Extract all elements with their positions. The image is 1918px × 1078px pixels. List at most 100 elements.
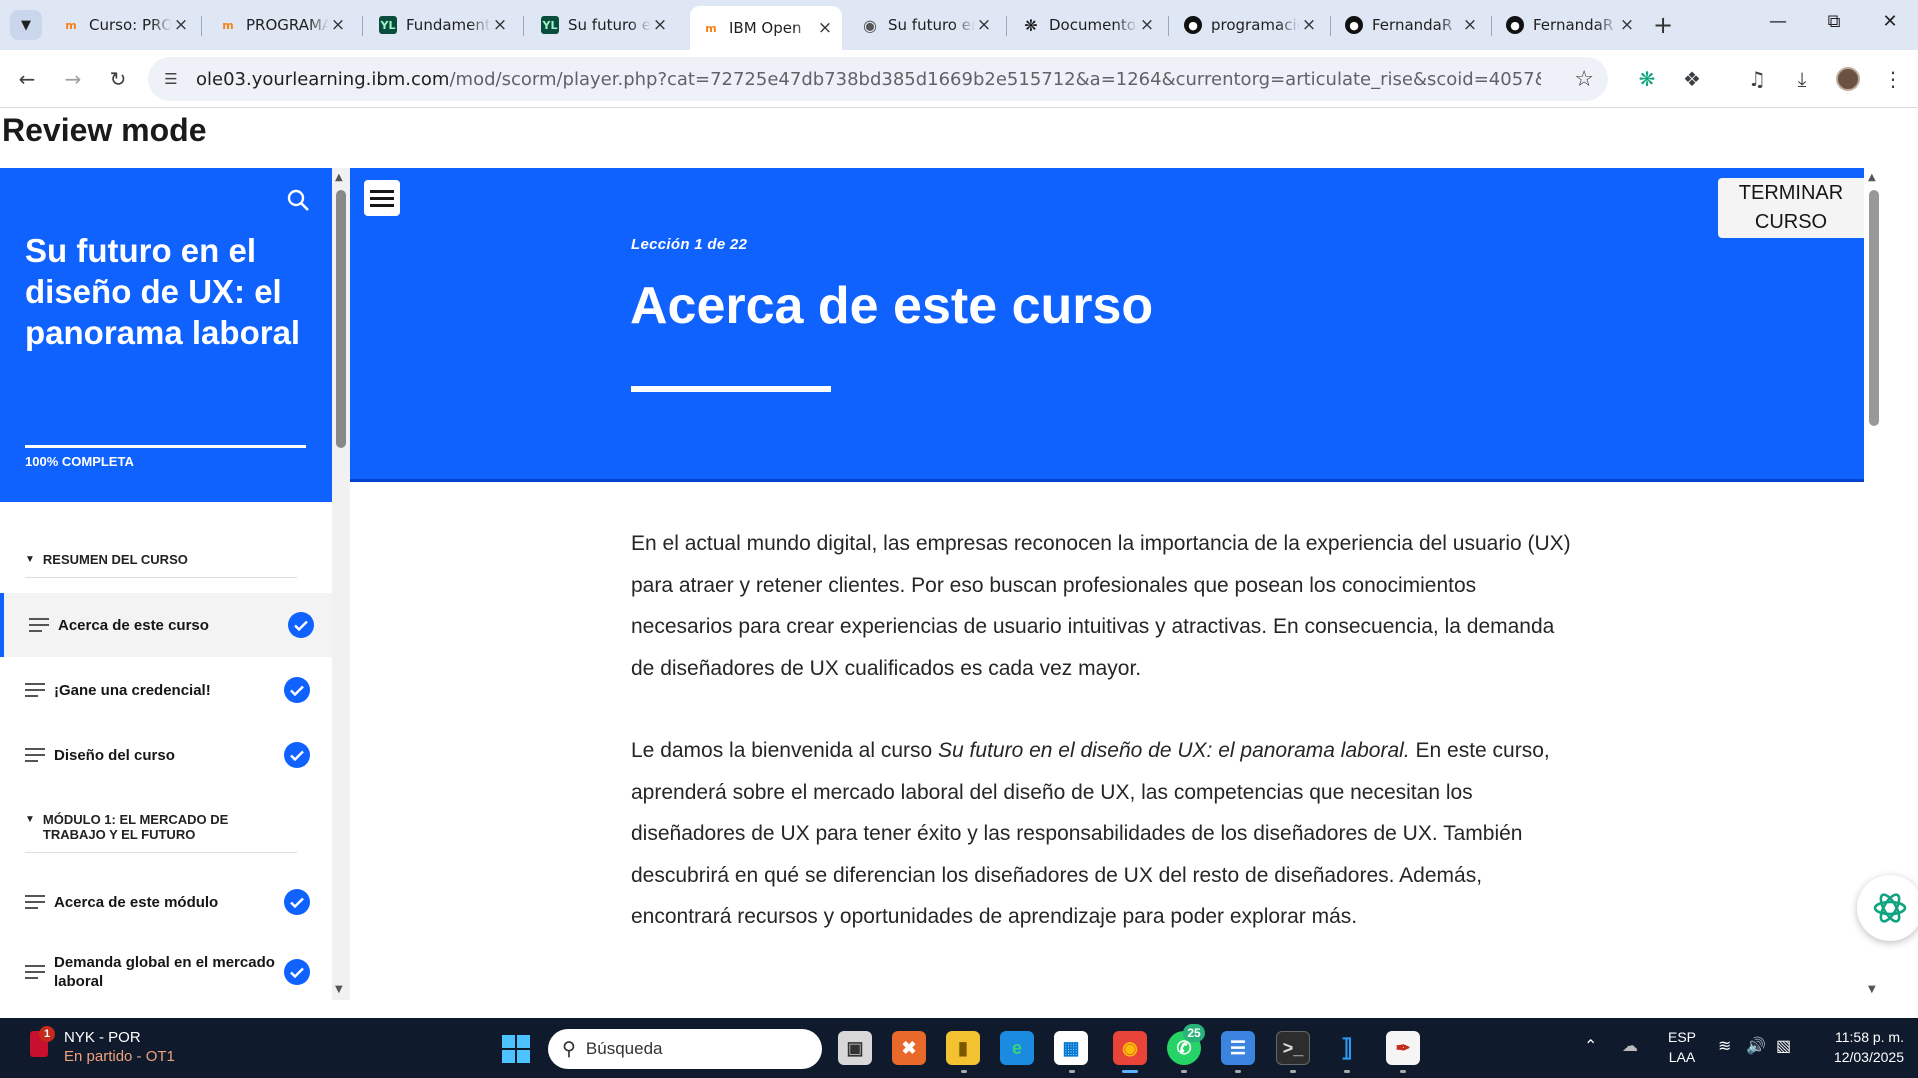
tab-github-programacion[interactable]: ● programación ×	[1172, 8, 1326, 42]
lesson-item-acerca-curso[interactable]: Acerca de este curso	[0, 593, 332, 657]
tab-strip: ▼ m Curso: PROGRAMACIÓN × m PROGRAMACIÓN…	[0, 0, 1918, 50]
extensions-puzzle-icon[interactable]: ❖	[1677, 64, 1707, 94]
sidebar-header: Su futuro en el diseño de UX: el panoram…	[0, 168, 332, 502]
yl-icon: YL	[541, 16, 559, 34]
new-tab-button[interactable]: +	[1648, 10, 1678, 40]
tab-search-dropdown[interactable]: ▼	[10, 10, 42, 40]
chevron-up-icon[interactable]: ⌃	[1584, 1036, 1597, 1056]
section-modulo-1[interactable]: ▼ MÓDULO 1: EL MERCADO DE TRABAJO Y EL FU…	[25, 812, 297, 853]
reload-button[interactable]: ↻	[103, 64, 133, 94]
bookmark-star-icon[interactable]: ☆	[1574, 67, 1594, 92]
tab-su-futuro-2[interactable]: ◉ Su futuro en ×	[849, 8, 1001, 42]
content-scrollbar[interactable]: ▲ ▼	[1864, 168, 1882, 1000]
scroll-thumb[interactable]	[336, 190, 346, 448]
tab-programacion[interactable]: m PROGRAMACIÓN ×	[207, 8, 355, 42]
chrome-icon[interactable]: ◉	[1113, 1031, 1147, 1065]
lesson-counter: Lección 1 de 22	[631, 236, 748, 253]
globe-icon: ◉	[863, 15, 877, 35]
scroll-up-icon[interactable]: ▲	[1868, 172, 1876, 183]
close-icon[interactable]: ×	[172, 15, 190, 35]
scroll-up-icon[interactable]: ▲	[335, 172, 343, 183]
reload-icon: ↻	[109, 67, 127, 91]
lesson-item-label: Demanda global en el mercado laboral	[54, 954, 275, 990]
close-icon[interactable]: ×	[1300, 15, 1318, 35]
yl-icon: YL	[379, 16, 397, 34]
lesson-item-label: Acerca de este módulo	[54, 893, 219, 911]
course-sidebar: Su futuro en el diseño de UX: el panoram…	[0, 168, 332, 1000]
minimize-button[interactable]: —	[1750, 0, 1806, 42]
windows-start-icon[interactable]	[502, 1035, 530, 1063]
chatgpt-floating-button[interactable]	[1857, 875, 1918, 941]
browser-menu-icon[interactable]: ⋮	[1878, 64, 1908, 94]
language-indicator[interactable]: ESP LAA	[1668, 1027, 1696, 1067]
tab-fundamentos[interactable]: YL Fundamentos ×	[367, 8, 517, 42]
scroll-down-icon[interactable]: ▼	[335, 984, 343, 995]
scroll-down-icon[interactable]: ▼	[1868, 984, 1876, 995]
finish-course-button[interactable]: TERMINAR CURSO	[1718, 178, 1864, 238]
wifi-icon[interactable]: ≋	[1718, 1036, 1731, 1056]
lesson-item-diseno[interactable]: Diseño del curso	[0, 723, 332, 787]
lesson-item-demanda[interactable]: Demanda global en el mercado laboral	[0, 940, 332, 1000]
edge-icon[interactable]: e	[1000, 1031, 1034, 1065]
snipping-tool-icon[interactable]: ✒	[1386, 1031, 1420, 1065]
battery-icon[interactable]: ▧	[1776, 1036, 1791, 1056]
address-bar[interactable]: ☰ ole03.yourlearning.ibm.com/mod/scorm/p…	[148, 57, 1608, 101]
notepad-icon[interactable]: ☰	[1221, 1031, 1255, 1065]
tab-documentos[interactable]: ❋ Documentos ×	[1010, 8, 1164, 42]
close-icon[interactable]: ×	[1138, 15, 1156, 35]
url-text[interactable]: ole03.yourlearning.ibm.com/mod/scorm/pla…	[196, 69, 1541, 90]
close-icon[interactable]: ×	[651, 15, 669, 35]
search-icon: ⚲	[562, 1038, 576, 1060]
terminal-icon[interactable]: >_	[1276, 1031, 1310, 1065]
sidebar-scrollbar[interactable]: ▲ ▼	[332, 168, 350, 1000]
menu-toggle-button[interactable]	[364, 180, 400, 216]
xampp-icon[interactable]: ✖	[892, 1031, 926, 1065]
site-info-icon[interactable]: ☰	[160, 68, 182, 90]
volume-icon[interactable]: 🔊	[1746, 1036, 1766, 1056]
taskbar-search[interactable]: ⚲ Búsqueda	[548, 1029, 822, 1069]
github-icon: ●	[1506, 16, 1524, 34]
windows-taskbar: 1 NYK - POR En partido - OT1 ⚲ Búsqueda …	[0, 1018, 1918, 1078]
profile-avatar[interactable]	[1833, 64, 1863, 94]
vscode-icon[interactable]: ⟧	[1330, 1031, 1364, 1065]
tab-github-fernanda-2[interactable]: ● FernandaR ×	[1494, 8, 1644, 42]
progress-bar	[25, 445, 306, 448]
close-window-button[interactable]: ✕	[1862, 0, 1918, 42]
lesson-header: Lección 1 de 22 Acerca de este curso TER…	[350, 168, 1864, 482]
search-icon[interactable]	[286, 188, 310, 212]
chatgpt-extension-icon[interactable]: ❋	[1632, 64, 1662, 94]
scroll-thumb[interactable]	[1869, 190, 1879, 426]
close-icon[interactable]: ×	[329, 15, 347, 35]
tab-github-fernanda-1[interactable]: ● FernandaR ×	[1333, 8, 1487, 42]
restore-icon: ⧉	[1827, 10, 1841, 32]
close-icon[interactable]: ×	[1461, 15, 1479, 35]
lesson-item-credencial[interactable]: ¡Gane una credencial!	[0, 658, 332, 722]
task-view-icon[interactable]: ▣	[838, 1031, 872, 1065]
close-icon[interactable]: ×	[1618, 15, 1636, 35]
onedrive-icon[interactable]: ☁	[1622, 1036, 1638, 1056]
back-button[interactable]: ←	[12, 64, 42, 94]
sports-widget[interactable]: NYK - POR En partido - OT1	[64, 1028, 175, 1066]
paragraph: En el actual mundo digital, las empresas…	[631, 532, 1571, 680]
store-icon[interactable]: ▦	[1054, 1031, 1088, 1065]
lesson-item-acerca-modulo[interactable]: Acerca de este módulo	[0, 870, 332, 934]
checkmark-icon	[284, 742, 310, 768]
tab-curso[interactable]: m Curso: PROGRAMACIÓN ×	[50, 8, 198, 42]
clock[interactable]: 11:58 p. m. 12/03/2025	[1810, 1027, 1904, 1067]
restore-button[interactable]: ⧉	[1806, 0, 1862, 42]
close-icon[interactable]: ×	[491, 15, 509, 35]
file-explorer-icon[interactable]: ▮	[946, 1031, 980, 1065]
course-title: Su futuro en el diseño de UX: el panoram…	[25, 232, 301, 351]
media-queue-icon[interactable]: ♫	[1742, 64, 1772, 94]
close-icon[interactable]: ×	[816, 18, 834, 38]
lesson-lines-icon	[25, 744, 45, 766]
close-icon[interactable]: ×	[975, 15, 993, 35]
download-icon[interactable]: ⤓	[1787, 64, 1817, 94]
tab-su-futuro[interactable]: YL Su futuro en ×	[529, 8, 677, 42]
github-icon: ●	[1184, 16, 1202, 34]
forward-button[interactable]: →	[58, 64, 88, 94]
section-resumen[interactable]: ▼ RESUMEN DEL CURSO	[25, 552, 297, 578]
checkmark-icon	[288, 612, 314, 638]
close-icon: ✕	[1882, 10, 1898, 32]
tab-ibm-open-active[interactable]: m IBM Open ×	[690, 6, 842, 50]
